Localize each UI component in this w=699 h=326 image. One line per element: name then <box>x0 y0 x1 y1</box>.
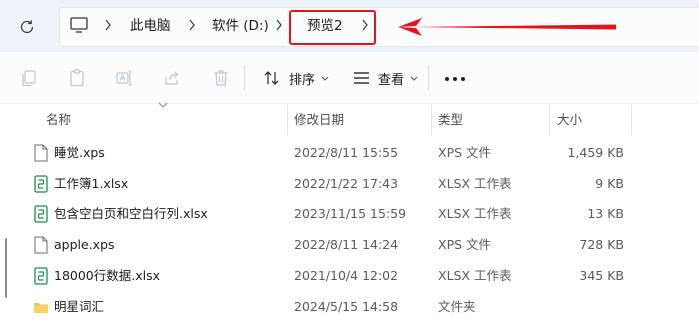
excel-icon <box>34 175 48 193</box>
document-icon <box>34 144 48 162</box>
file-size: 1,459 KB <box>567 145 624 160</box>
column-header-name[interactable]: 名称 <box>46 108 71 132</box>
file-row[interactable]: 睡觉.xps 2022/8/11 15:55 XPS 文件 1,459 KB <box>0 138 699 169</box>
breadcrumb-this-pc[interactable]: 此电脑 <box>130 17 171 35</box>
chevron-right-icon[interactable] <box>275 19 283 31</box>
paste-icon[interactable] <box>67 68 87 88</box>
column-divider[interactable] <box>631 105 632 135</box>
sort-indicator-icon <box>158 102 168 108</box>
file-type: XPS 文件 <box>438 237 492 252</box>
file-date: 2022/8/11 14:24 <box>294 237 399 252</box>
file-type: XLSX 工作表 <box>438 206 512 221</box>
computer-icon[interactable] <box>70 17 88 33</box>
file-name: 工作簿1.xlsx <box>54 176 129 191</box>
column-divider[interactable] <box>287 105 288 135</box>
file-date: 2021/10/4 12:02 <box>294 268 399 283</box>
file-size: 9 KB <box>595 176 624 191</box>
chevron-right-icon[interactable] <box>104 19 112 31</box>
file-row[interactable]: 18000行数据.xlsx 2021/10/4 12:02 XLSX 工作表 3… <box>0 261 699 292</box>
file-date: 2022/1/22 17:43 <box>294 176 399 191</box>
column-header-date[interactable]: 修改日期 <box>294 108 344 132</box>
rename-icon[interactable] <box>114 68 134 88</box>
view-label: 查看 <box>378 72 405 88</box>
file-type: 文件夹 <box>438 299 476 314</box>
refresh-icon[interactable] <box>17 17 37 37</box>
file-name: 睡觉.xps <box>54 145 105 160</box>
file-name: 包含空白页和空白行列.xlsx <box>54 206 208 221</box>
copy-icon[interactable] <box>19 68 39 88</box>
document-icon <box>34 236 48 254</box>
excel-icon <box>34 205 48 223</box>
file-type: XLSX 工作表 <box>438 268 512 283</box>
file-type: XPS 文件 <box>438 145 492 160</box>
folder-name: 明星词汇 <box>54 299 105 314</box>
view-button[interactable]: 查看 <box>353 68 418 88</box>
file-row[interactable]: apple.xps 2022/8/11 14:24 XPS 文件 728 KB <box>0 230 699 261</box>
chevron-right-icon[interactable] <box>188 19 196 31</box>
file-row[interactable]: 包含空白页和空白行列.xlsx 2023/11/15 15:59 XLSX 工作… <box>0 199 699 230</box>
more-options-icon[interactable] <box>444 76 466 82</box>
folder-icon <box>34 303 48 313</box>
file-name: 18000行数据.xlsx <box>54 268 161 283</box>
chevron-down-icon <box>321 76 329 81</box>
file-date: 2024/5/15 14:58 <box>294 299 399 314</box>
folder-row[interactable]: 明星词汇 2024/5/15 14:58 文件夹 <box>0 292 699 323</box>
file-name: apple.xps <box>54 237 115 252</box>
sort-icon <box>264 71 279 85</box>
column-divider[interactable] <box>549 105 550 135</box>
chevron-down-icon <box>410 76 418 81</box>
file-date: 2022/8/11 15:55 <box>294 145 399 160</box>
column-divider[interactable] <box>431 105 432 135</box>
annotation-arrow <box>398 18 616 36</box>
sort-label: 排序 <box>289 72 316 88</box>
delete-icon[interactable] <box>211 68 231 88</box>
column-header-size[interactable]: 大小 <box>557 108 582 132</box>
file-size: 345 KB <box>579 268 624 283</box>
command-bar <box>0 52 699 104</box>
file-date: 2023/11/15 15:59 <box>294 206 407 221</box>
breadcrumb-drive-d[interactable]: 软件 (D:) <box>212 17 269 35</box>
file-row[interactable]: 工作簿1.xlsx 2022/1/22 17:43 XLSX 工作表 9 KB <box>0 169 699 200</box>
highlight-box <box>289 10 376 45</box>
toolbar-divider <box>428 65 429 91</box>
sort-button[interactable]: 排序 <box>263 68 329 88</box>
column-header-type[interactable]: 类型 <box>438 108 463 132</box>
toolbar-divider <box>244 65 245 91</box>
excel-icon <box>34 267 48 285</box>
file-type: XLSX 工作表 <box>438 176 512 191</box>
share-icon[interactable] <box>162 68 182 88</box>
view-list-icon <box>354 72 369 84</box>
file-size: 13 KB <box>587 206 624 221</box>
file-size: 728 KB <box>579 237 624 252</box>
